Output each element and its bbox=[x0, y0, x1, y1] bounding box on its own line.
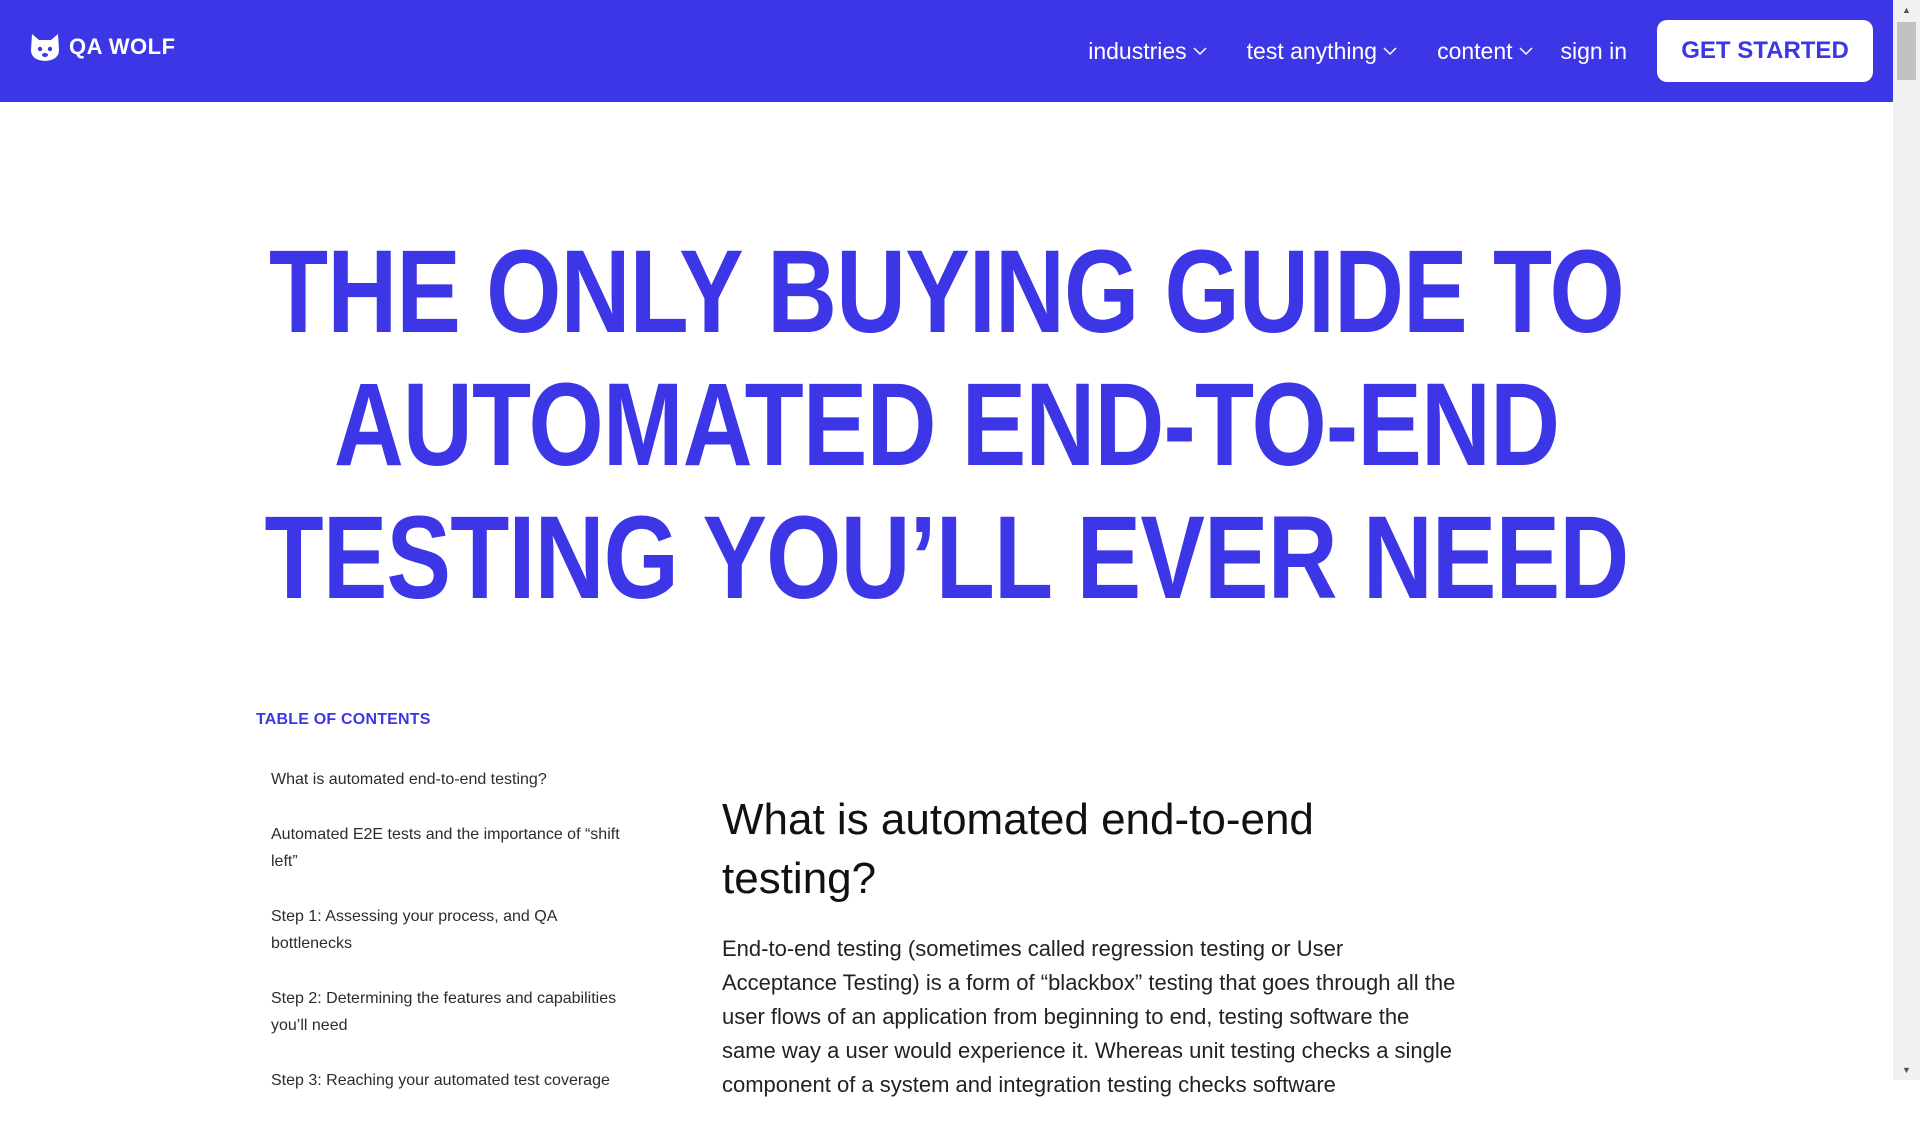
scroll-thumb[interactable] bbox=[1897, 22, 1916, 80]
scroll-up-arrow-icon[interactable]: ▲ bbox=[1893, 0, 1920, 20]
article-body: End-to-end testing (sometimes called reg… bbox=[722, 936, 1456, 1097]
toc-item[interactable]: Step 1: Assessing your process, and QA b… bbox=[271, 903, 641, 957]
page-scrollbar[interactable]: ▲ ▼ bbox=[1893, 0, 1920, 1080]
nav-industries-label: industries bbox=[1088, 37, 1187, 64]
article-section: What is automated end-to-end testing? En… bbox=[722, 790, 1462, 1102]
toc-item[interactable]: Step 3: Reaching your automated test cov… bbox=[271, 1067, 641, 1094]
toc-item[interactable]: Automated E2E tests and the importance o… bbox=[271, 821, 641, 875]
top-navbar: QA WOLF industries test anything content… bbox=[0, 0, 1893, 102]
scroll-down-arrow-icon[interactable]: ▼ bbox=[1893, 1060, 1920, 1080]
nav-test-anything[interactable]: test anything bbox=[1247, 38, 1397, 65]
main-nav: industries test anything content sign in… bbox=[1088, 0, 1893, 102]
article-heading: What is automated end-to-end testing? bbox=[722, 795, 1314, 903]
chevron-down-icon bbox=[1518, 47, 1533, 56]
toc-item[interactable]: Step 2: Determining the features and cap… bbox=[271, 985, 641, 1039]
wolf-paw-icon bbox=[31, 34, 59, 61]
hero-title: THE ONLY BUYING GUIDE TO AUTOMATED END-T… bbox=[264, 226, 1630, 624]
nav-test-anything-label: test anything bbox=[1246, 37, 1378, 64]
brand-name: QA WOLF bbox=[69, 34, 176, 59]
sign-in-link[interactable]: sign in bbox=[1561, 38, 1627, 65]
toc-list: What is automated end-to-end testing? Au… bbox=[271, 766, 641, 1122]
nav-industries[interactable]: industries bbox=[1088, 37, 1207, 65]
chevron-down-icon bbox=[1383, 47, 1397, 56]
chevron-down-icon bbox=[1193, 47, 1207, 56]
nav-content[interactable]: content bbox=[1437, 37, 1533, 65]
brand-logo[interactable]: QA WOLF bbox=[29, 32, 176, 62]
nav-content-label: content bbox=[1437, 37, 1513, 64]
toc-title: TABLE OF CONTENTS bbox=[256, 711, 431, 728]
toc-item[interactable]: What is automated end-to-end testing? bbox=[271, 766, 641, 793]
get-started-button[interactable]: GET STARTED bbox=[1657, 20, 1873, 82]
